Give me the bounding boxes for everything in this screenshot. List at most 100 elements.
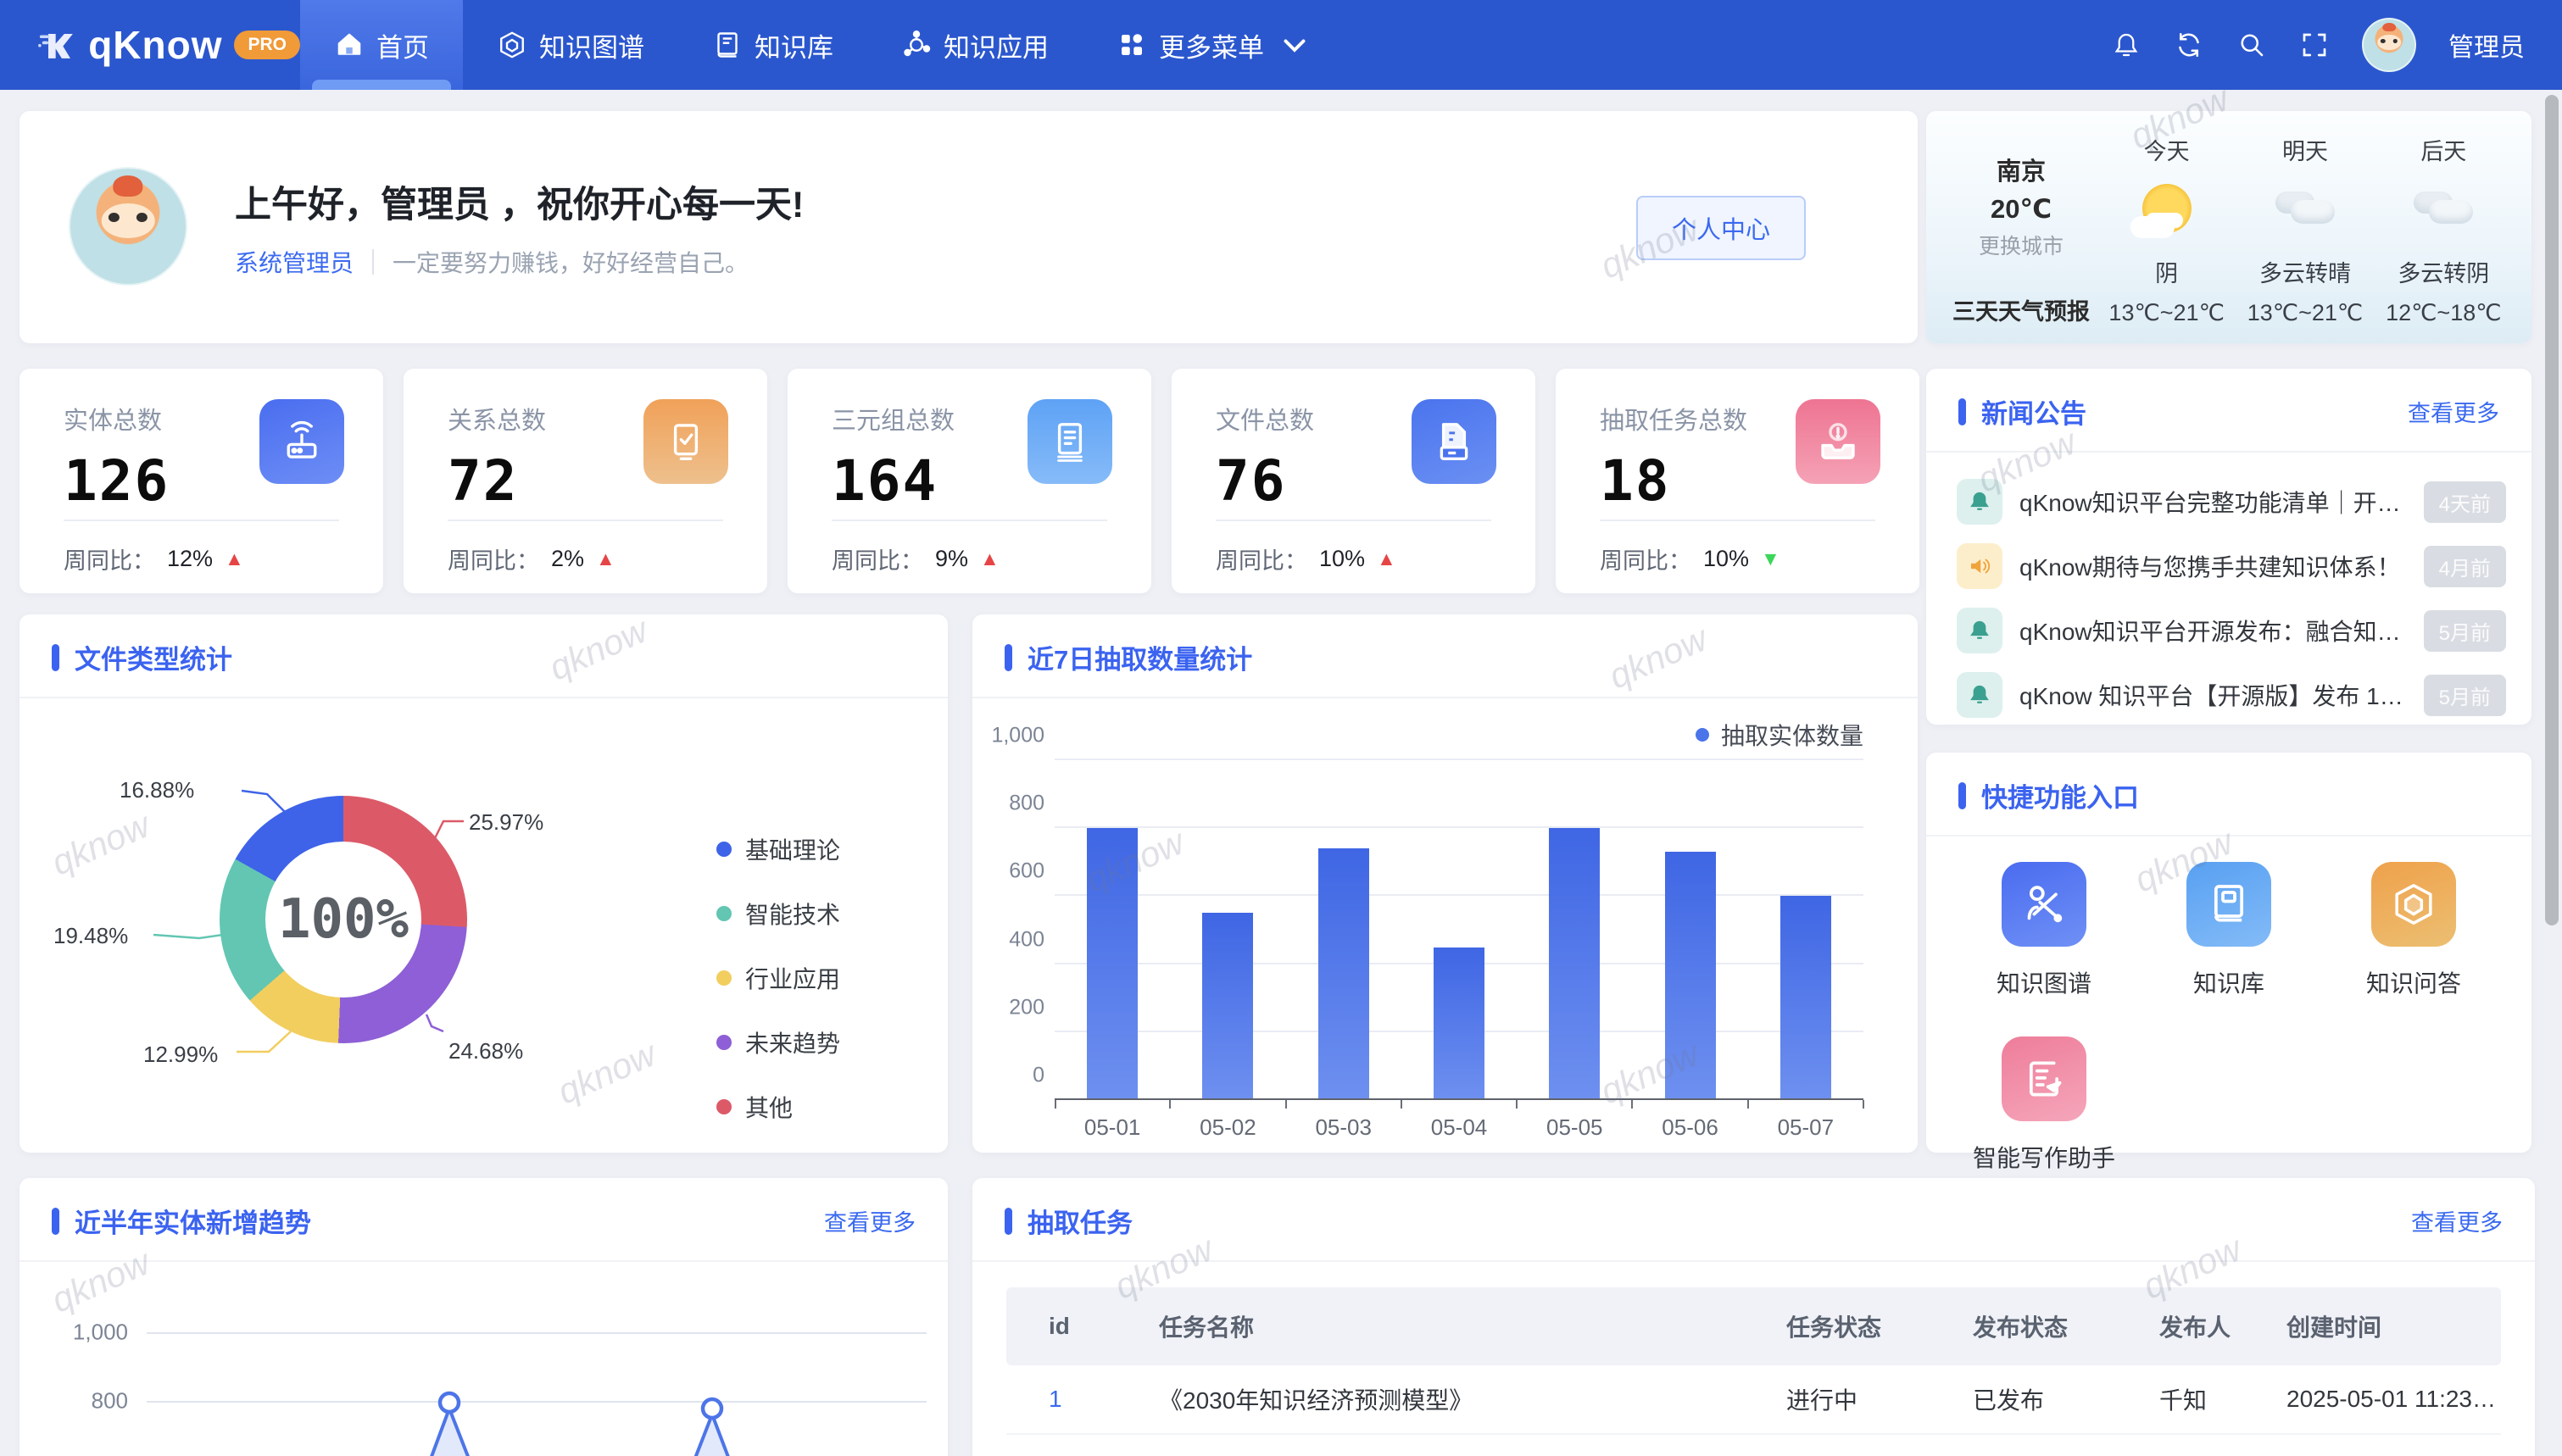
legend-item[interactable]: 行业应用 xyxy=(716,961,840,995)
legend-item[interactable]: 未来趋势 xyxy=(716,1025,840,1059)
role-link[interactable]: 系统管理员 xyxy=(235,245,354,279)
task-name: 《金融知识图谱构建与风险预警白皮书》 xyxy=(1117,1452,1744,1456)
nav-item-knowledge-apps[interactable]: 知识应用 xyxy=(867,0,1083,90)
legend-dot xyxy=(716,906,732,921)
task-id-link[interactable]: 1 xyxy=(1006,1386,1117,1413)
knowledge-graph-icon xyxy=(2002,862,2086,947)
refresh-icon[interactable] xyxy=(2174,30,2204,60)
callout-label: 16.88% xyxy=(120,777,194,803)
forecast-label: 三天天气预报 xyxy=(1952,293,2090,326)
trend-down-icon: ▼ xyxy=(1761,547,1780,570)
stat-card-relations: 关系总数 72 周同比：2%▲ xyxy=(404,369,767,593)
fullscreen-icon[interactable] xyxy=(2299,30,2330,60)
tasks-view-more-link[interactable]: 查看更多 xyxy=(2411,1204,2503,1237)
weather-summary: 南京 20℃ 更换城市 三天天气预报 xyxy=(1945,133,2097,326)
cloudy-icon xyxy=(2414,171,2473,245)
quick-entries-panel: 快捷功能入口 知识图谱 知识库 知识问答 xyxy=(1926,753,2531,1153)
bell-icon xyxy=(1957,608,2002,653)
callout-label: 25.97% xyxy=(469,809,543,836)
news-item[interactable]: qKnow知识平台开源发布：融合知识图... 5月前 xyxy=(1957,598,2506,663)
trend-view-more-link[interactable]: 查看更多 xyxy=(824,1204,916,1237)
weather-card: 南京 20℃ 更换城市 三天天气预报 今天 阴 13℃~21℃ 明天 多云转晴 … xyxy=(1926,111,2531,343)
document-list-icon xyxy=(1028,399,1112,484)
bar[interactable] xyxy=(1549,828,1600,1100)
bar[interactable] xyxy=(1202,913,1253,1100)
nav-label: 知识应用 xyxy=(944,26,1049,64)
stat-card-files: 文件总数 76 周同比：10%▲ xyxy=(1172,369,1535,593)
user-avatar[interactable] xyxy=(2362,18,2416,72)
publisher: 千知 xyxy=(2117,1452,2244,1456)
knowledge-base-icon xyxy=(2186,862,2271,947)
news-item[interactable]: qKnow期待与您携手共建知识体系！ 4月前 xyxy=(1957,534,2506,598)
dashboard-page: qKnow PRO 首页 知识图谱 知识库 知识应用 更多菜单 xyxy=(0,0,2562,1456)
bar[interactable] xyxy=(1434,948,1484,1100)
quick-entry-writing-assistant[interactable]: 智能写作助手 xyxy=(1952,1036,2136,1174)
divider xyxy=(1600,520,1875,521)
sun-cloud-icon xyxy=(2142,171,2192,245)
legend-item[interactable]: 智能技术 xyxy=(716,897,840,931)
greeting-avatar xyxy=(69,167,187,286)
greeting-subtitle: 系统管理员 一定要努力赚钱，好好经营自己。 xyxy=(235,245,749,279)
trend-up-icon: ▲ xyxy=(1377,547,1396,570)
news-view-more-link[interactable]: 查看更多 xyxy=(2408,395,2499,428)
trend-up-icon: ▲ xyxy=(980,547,1000,570)
bars xyxy=(1055,760,1863,1100)
legend-dot xyxy=(716,1099,732,1114)
legend-item[interactable]: 基础理论 xyxy=(716,832,840,866)
quick-entry-knowledge-qa[interactable]: 知识问答 xyxy=(2321,862,2506,999)
news-panel: 新闻公告 查看更多 qKnow知识平台完整功能清单｜开源版 v... 4天前 q… xyxy=(1926,369,2531,725)
router-icon xyxy=(259,399,344,484)
nav-item-knowledge-base[interactable]: 知识库 xyxy=(678,0,867,90)
bar[interactable] xyxy=(1665,852,1716,1100)
task-status: 进行中 xyxy=(1744,1382,1930,1416)
news-title: 新闻公告 xyxy=(1981,392,2086,431)
motto-text: 一定要努力赚钱，好好经营自己。 xyxy=(393,245,749,279)
profile-center-button[interactable]: 个人中心 xyxy=(1636,196,1806,260)
publish-status: 已发布 xyxy=(1930,1382,2117,1416)
user-name[interactable]: 管理员 xyxy=(2448,26,2525,64)
bar-chart-legend[interactable]: 抽取实体数量 xyxy=(1696,718,1863,752)
search-icon[interactable] xyxy=(2236,30,2267,60)
news-item[interactable]: qKnow知识平台完整功能清单｜开源版 v... 4天前 xyxy=(1957,470,2506,534)
nav-item-more-menu[interactable]: 更多菜单 xyxy=(1083,0,1344,90)
app-logo[interactable]: qKnow PRO xyxy=(0,18,300,72)
tasks-table: id 任务名称 任务状态 发布状态 发布人 创建时间 1 《2030年知识经济预… xyxy=(1006,1287,2501,1456)
nav-item-home[interactable]: 首页 xyxy=(300,0,463,90)
quick-entry-knowledge-graph[interactable]: 知识图谱 xyxy=(1952,862,2136,999)
bar-chart-title: 近7日抽取数量统计 xyxy=(1028,638,1252,676)
nav-label: 首页 xyxy=(376,26,429,64)
quick-entry-knowledge-base[interactable]: 知识库 xyxy=(2136,862,2321,999)
bar[interactable] xyxy=(1318,848,1369,1100)
legend-item[interactable]: 其他 xyxy=(716,1090,840,1124)
bar[interactable] xyxy=(1780,896,1831,1100)
weather-day-today: 今天 阴 13℃~21℃ xyxy=(2097,133,2236,326)
divider xyxy=(372,249,374,275)
graph-icon xyxy=(497,30,527,60)
table-row[interactable]: 2 《金融知识图谱构建与风险预警白皮书》 已完成 已发布 千知 2025-05-… xyxy=(1006,1435,2501,1456)
legend-dot xyxy=(716,1035,732,1050)
news-list: qKnow知识平台完整功能清单｜开源版 v... 4天前 qKnow期待与您携手… xyxy=(1926,453,2531,727)
stat-card-entities: 实体总数 126 周同比：12%▲ xyxy=(19,369,383,593)
quick-entries-title: 快捷功能入口 xyxy=(1981,776,2139,814)
bar[interactable] xyxy=(1087,828,1138,1100)
publisher: 千知 xyxy=(2117,1382,2244,1416)
title-bar xyxy=(52,644,59,671)
nav-label: 知识图谱 xyxy=(539,26,644,64)
callout-label: 19.48% xyxy=(53,923,128,949)
divider xyxy=(1216,520,1491,521)
table-row[interactable]: 1 《2030年知识经济预测模型》 进行中 已发布 千知 2025-05-01 … xyxy=(1006,1365,2501,1435)
publish-status: 已发布 xyxy=(1930,1452,2117,1456)
trend-chart: 1,000 800 xyxy=(19,1280,948,1456)
home-icon xyxy=(334,30,365,60)
pro-badge: PRO xyxy=(234,31,300,59)
nav-item-knowledge-graph[interactable]: 知识图谱 xyxy=(463,0,678,90)
bar-chart-plot: 0 200 400 600 800 1,000 xyxy=(1055,760,1863,1100)
news-item[interactable]: qKnow 知识平台【开源版】发布 1.0.0 ... 5月前 xyxy=(1957,663,2506,727)
chevron-down-icon xyxy=(1279,30,1310,60)
donut-legend: 基础理论 智能技术 行业应用 未来趋势 其他 xyxy=(716,832,840,1124)
page-scrollbar[interactable] xyxy=(2545,95,2559,925)
notification-bell-icon[interactable] xyxy=(2111,30,2141,60)
task-status: 已完成 xyxy=(1744,1452,1930,1456)
time-badge: 5月前 xyxy=(2424,675,2506,716)
change-city-link[interactable]: 更换城市 xyxy=(1979,230,2064,260)
